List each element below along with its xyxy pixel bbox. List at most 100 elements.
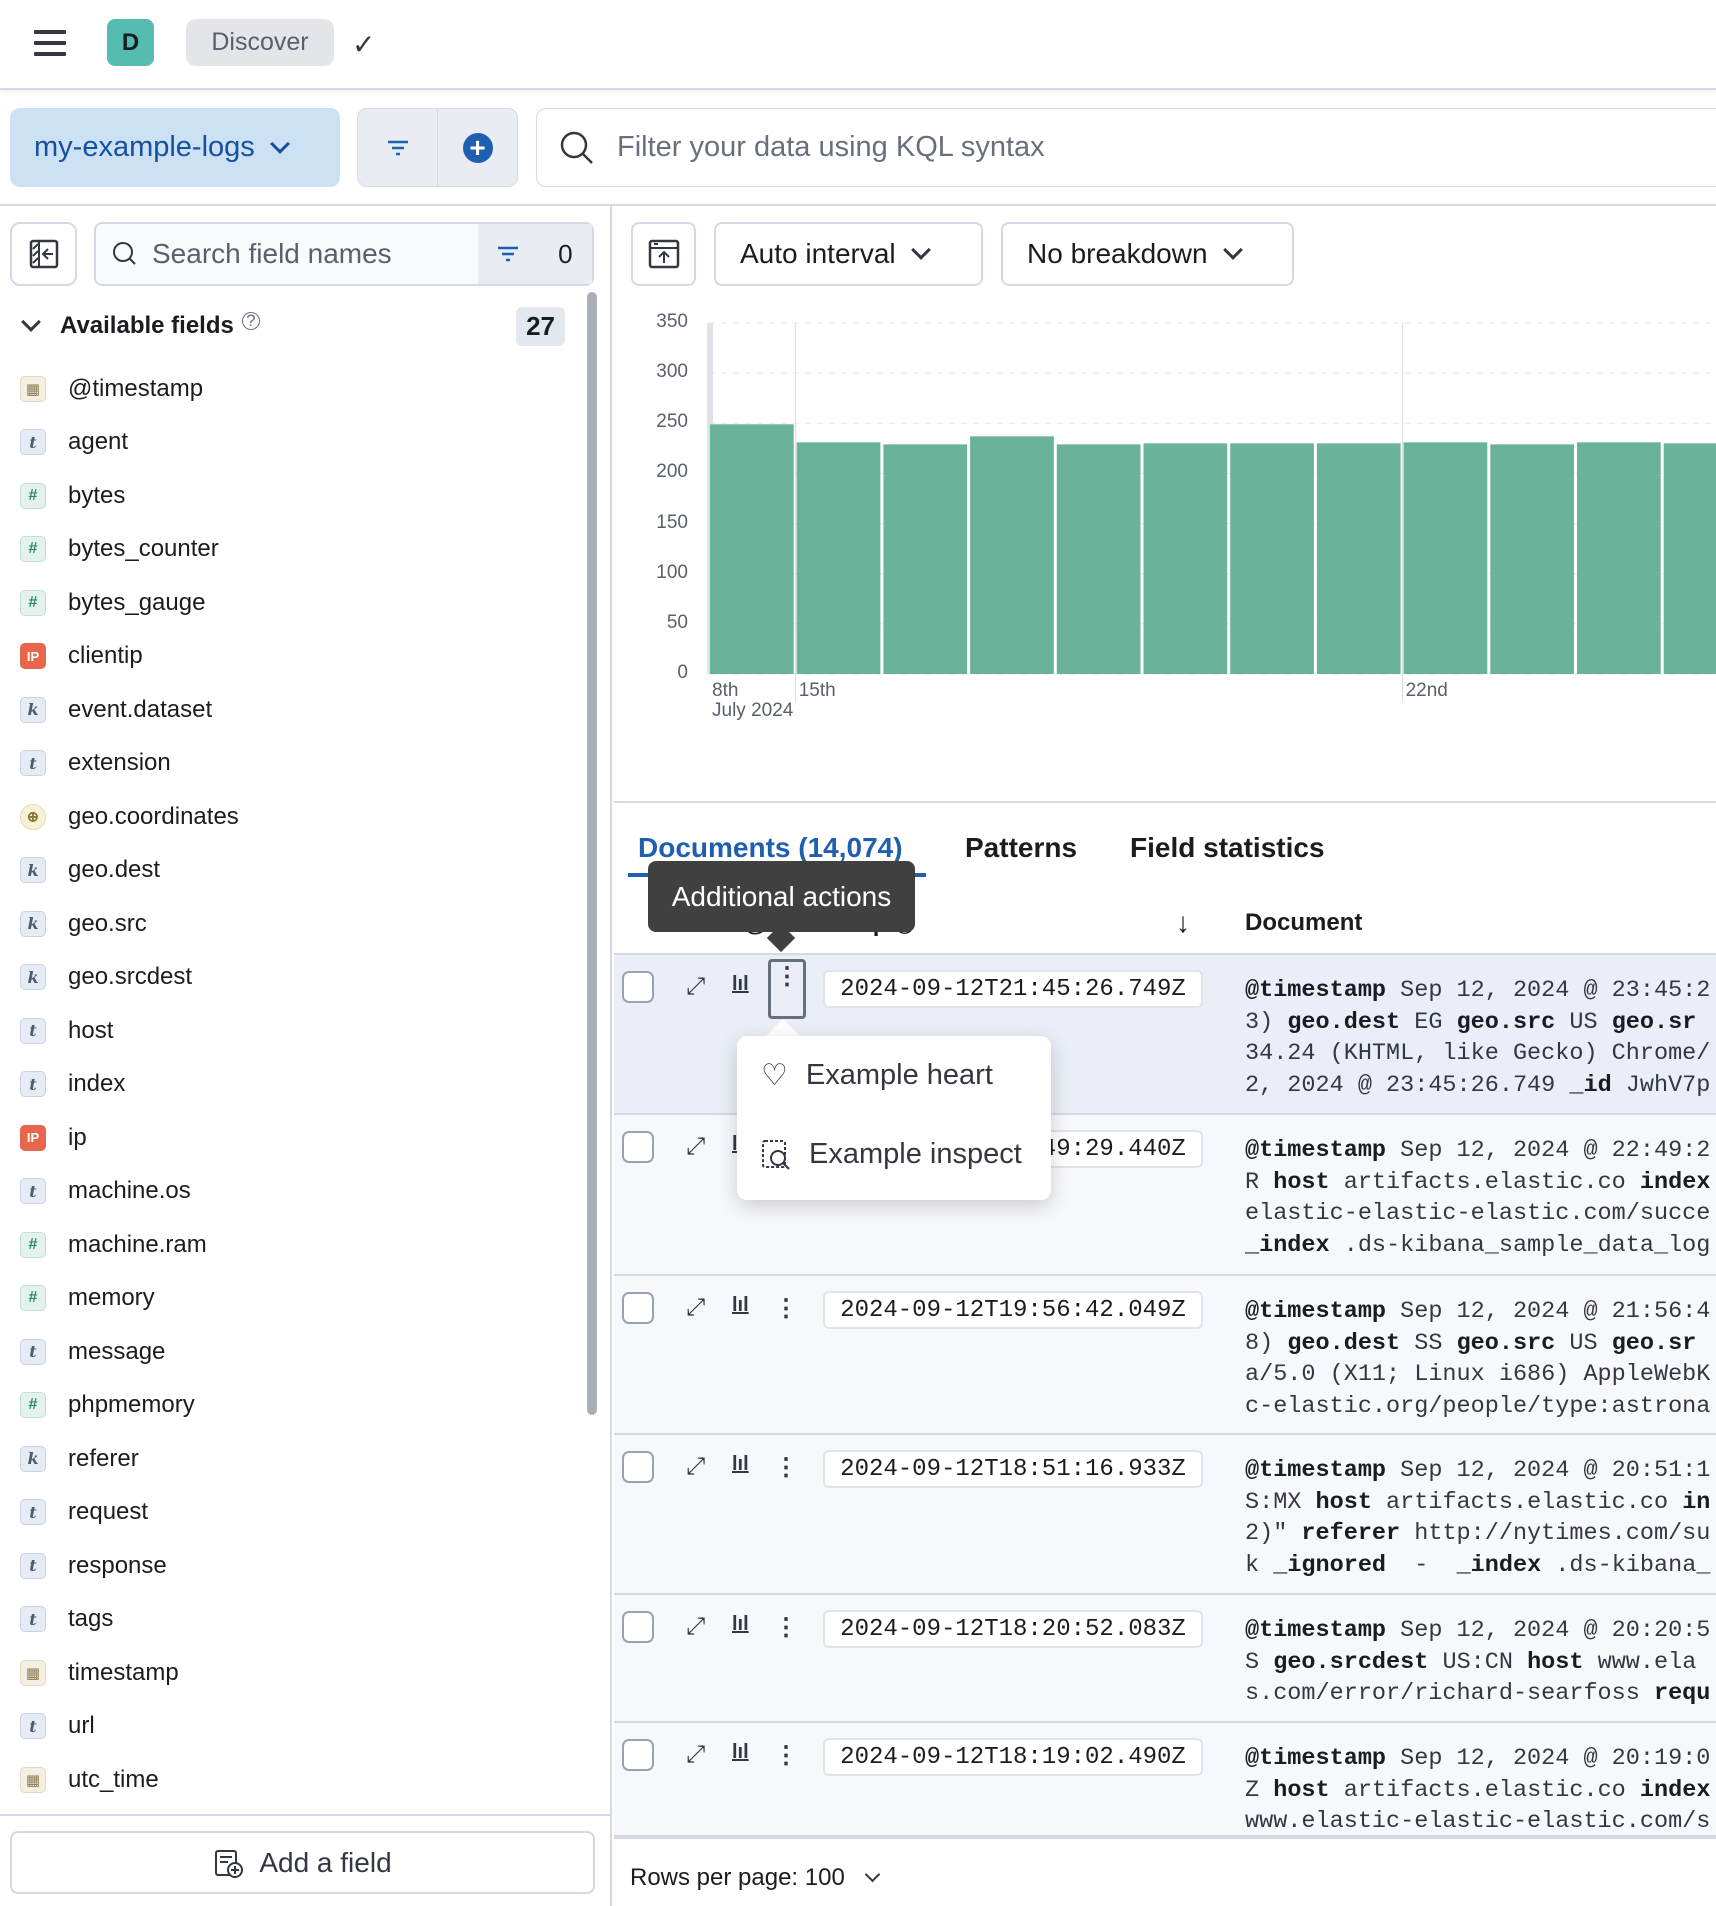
field-item-utc_time[interactable]: ▦ utc_time (20, 1753, 580, 1807)
field-item-request[interactable]: t request (20, 1486, 580, 1540)
field-item-memory[interactable]: # memory (20, 1272, 580, 1326)
field-item-machineram[interactable]: # machine.ram (20, 1218, 580, 1272)
available-fields-toggle[interactable]: Available fields ? 27 (20, 306, 565, 346)
more-actions-icon[interactable]: ⋮ (774, 1453, 798, 1482)
field-item-geosrcdest[interactable]: k geo.srcdest (20, 951, 580, 1005)
histogram-bar[interactable] (796, 442, 881, 674)
breadcrumb-discover[interactable]: Discover (186, 19, 334, 66)
field-item-timestamp[interactable]: ▦ @timestamp (20, 362, 580, 416)
timestamp-cell[interactable]: 2024-09-12T19:56:42.049Z (823, 1291, 1203, 1329)
row-checkbox[interactable] (622, 1739, 654, 1771)
histogram-bar[interactable] (1663, 443, 1716, 674)
histogram-chart[interactable]: 0 50 100 150 200 250 300 350 8th July 2024 15th 22n… (614, 300, 1716, 740)
field-item-referer[interactable]: k referer (20, 1432, 580, 1486)
field-item-index[interactable]: t index (20, 1058, 580, 1112)
field-item-clientip[interactable]: IP clientip (20, 630, 580, 684)
more-actions-icon[interactable]: ⋮ (768, 959, 806, 1019)
add-field-button[interactable]: Add a field (10, 1831, 595, 1894)
tab-field[interactable]: Field statistics (1130, 832, 1325, 864)
add-filter-button[interactable]: + (438, 109, 517, 186)
field-item-bytes_gauge[interactable]: # bytes_gauge (20, 576, 580, 630)
table-row[interactable]: ⤢ lıl ⋮ 2024-09-12T18:19:02.490Z @timest… (614, 1723, 1716, 1837)
expand-icon[interactable]: ⤢ (686, 1294, 705, 1322)
field-item-machineos[interactable]: t machine.os (20, 1165, 580, 1219)
help-icon[interactable]: ? (241, 311, 260, 330)
expand-icon[interactable]: ⤢ (686, 1453, 705, 1481)
compare-chart-icon[interactable]: lıl (732, 1741, 749, 1764)
field-item-url[interactable]: t url (20, 1700, 580, 1754)
tab-documents[interactable]: Documents (14,074) (638, 832, 903, 864)
field-item-bytes_counter[interactable]: # bytes_counter (20, 523, 580, 577)
histogram-bar[interactable] (1230, 443, 1314, 674)
field-item-eventdataset[interactable]: k event.dataset (20, 683, 580, 737)
compare-chart-icon[interactable]: lıl (732, 1294, 749, 1317)
histogram-bar[interactable] (1056, 444, 1141, 674)
interval-select[interactable]: Auto interval (714, 222, 983, 286)
kql-query-input[interactable]: Filter your data using KQL syntax (536, 108, 1716, 187)
histogram-bar[interactable] (1490, 444, 1574, 674)
field-item-geodest[interactable]: k geo.dest (20, 844, 580, 898)
filter-menu-button[interactable] (358, 109, 438, 186)
field-item-geocoordinates[interactable]: ⊕ geo.coordinates (20, 790, 580, 844)
space-avatar[interactable]: D (107, 19, 154, 66)
histogram-bar[interactable] (1403, 442, 1488, 674)
field-item-phpmemory[interactable]: # phpmemory (20, 1379, 580, 1433)
field-item-geosrc[interactable]: k geo.src (20, 897, 580, 951)
table-row[interactable]: ⤢ lıl ⋮ 2024-09-12T18:51:16.933Z @timest… (614, 1435, 1716, 1595)
compare-chart-icon[interactable]: lıl (732, 1453, 749, 1476)
menu-item-example-inspect[interactable]: Example inspect (761, 1138, 1022, 1171)
compare-chart-icon[interactable]: lıl (732, 1613, 749, 1636)
sort-descending-icon[interactable]: ↓ (1176, 907, 1190, 939)
row-checkbox[interactable] (622, 971, 654, 1003)
expand-icon[interactable]: ⤢ (686, 1133, 705, 1161)
document-cell: @timestamp Sep 12, 2024 @ 23:45:2 3) geo… (1245, 975, 1716, 1101)
table-row[interactable]: ⤢ lıl ⋮ 2024-09-12T18:20:52.083Z @timest… (614, 1595, 1716, 1723)
row-checkbox[interactable] (622, 1131, 654, 1163)
field-item-agent[interactable]: t agent (20, 416, 580, 470)
collapse-sidebar-button[interactable] (10, 222, 77, 286)
data-view-picker[interactable]: my-example-logs (10, 108, 340, 187)
expand-icon[interactable]: ⤢ (686, 973, 705, 1001)
field-type-filter-button[interactable]: 0 (478, 224, 592, 284)
timestamp-cell[interactable]: 2024-09-12T18:20:52.083Z (823, 1610, 1203, 1648)
table-row[interactable]: ⤢ lıl ⋮ 2024-09-12T19:56:42.049Z @timest… (614, 1276, 1716, 1435)
column-header-document[interactable]: Document (1245, 909, 1362, 937)
field-item-tags[interactable]: t tags (20, 1593, 580, 1647)
row-checkbox[interactable] (622, 1451, 654, 1483)
field-item-message[interactable]: t message (20, 1325, 580, 1379)
row-checkbox[interactable] (622, 1292, 654, 1324)
histogram-bar[interactable] (1577, 442, 1661, 674)
chart-options-button[interactable] (631, 222, 696, 286)
more-actions-icon[interactable]: ⋮ (774, 1613, 798, 1642)
breakdown-select[interactable]: No breakdown (1001, 222, 1294, 286)
field-item-host[interactable]: t host (20, 1004, 580, 1058)
expand-icon[interactable]: ⤢ (686, 1741, 705, 1769)
histogram-bar[interactable] (1143, 443, 1228, 674)
field-search-input[interactable]: Search field names 0 (94, 222, 594, 286)
chevron-down-icon (1222, 240, 1243, 260)
rows-per-page-select[interactable]: Rows per page: 100 (630, 1864, 881, 1892)
timestamp-cell[interactable]: 2024-09-12T18:19:02.490Z (823, 1738, 1203, 1776)
row-checkbox[interactable] (622, 1611, 654, 1643)
field-item-bytes[interactable]: # bytes (20, 469, 580, 523)
field-item-timestamp[interactable]: ▦ timestamp (20, 1646, 580, 1700)
timestamp-cell[interactable]: 2024-09-12T18:51:16.933Z (823, 1450, 1203, 1488)
field-item-extension[interactable]: t extension (20, 737, 580, 791)
histogram-bar[interactable] (710, 424, 794, 674)
histogram-bar[interactable] (1316, 443, 1401, 674)
menu-item-example-heart[interactable]: ♡ Example heart (761, 1058, 993, 1093)
compare-chart-icon[interactable]: lıl (732, 973, 749, 996)
field-item-response[interactable]: t response (20, 1539, 580, 1593)
more-actions-icon[interactable]: ⋮ (774, 1741, 798, 1770)
check-icon[interactable]: ✓ (352, 28, 375, 61)
hamburger-icon[interactable] (34, 30, 66, 56)
histogram-bar[interactable] (883, 444, 968, 674)
sidebar-scrollbar[interactable] (587, 292, 597, 1415)
tab-patterns[interactable]: Patterns (965, 832, 1077, 864)
field-item-ip[interactable]: IP ip (20, 1111, 580, 1165)
filter-count: 0 (558, 238, 573, 269)
expand-icon[interactable]: ⤢ (686, 1613, 705, 1641)
more-actions-icon[interactable]: ⋮ (774, 1294, 798, 1323)
histogram-bar[interactable] (970, 436, 1054, 674)
timestamp-cell[interactable]: 2024-09-12T21:45:26.749Z (823, 970, 1203, 1008)
